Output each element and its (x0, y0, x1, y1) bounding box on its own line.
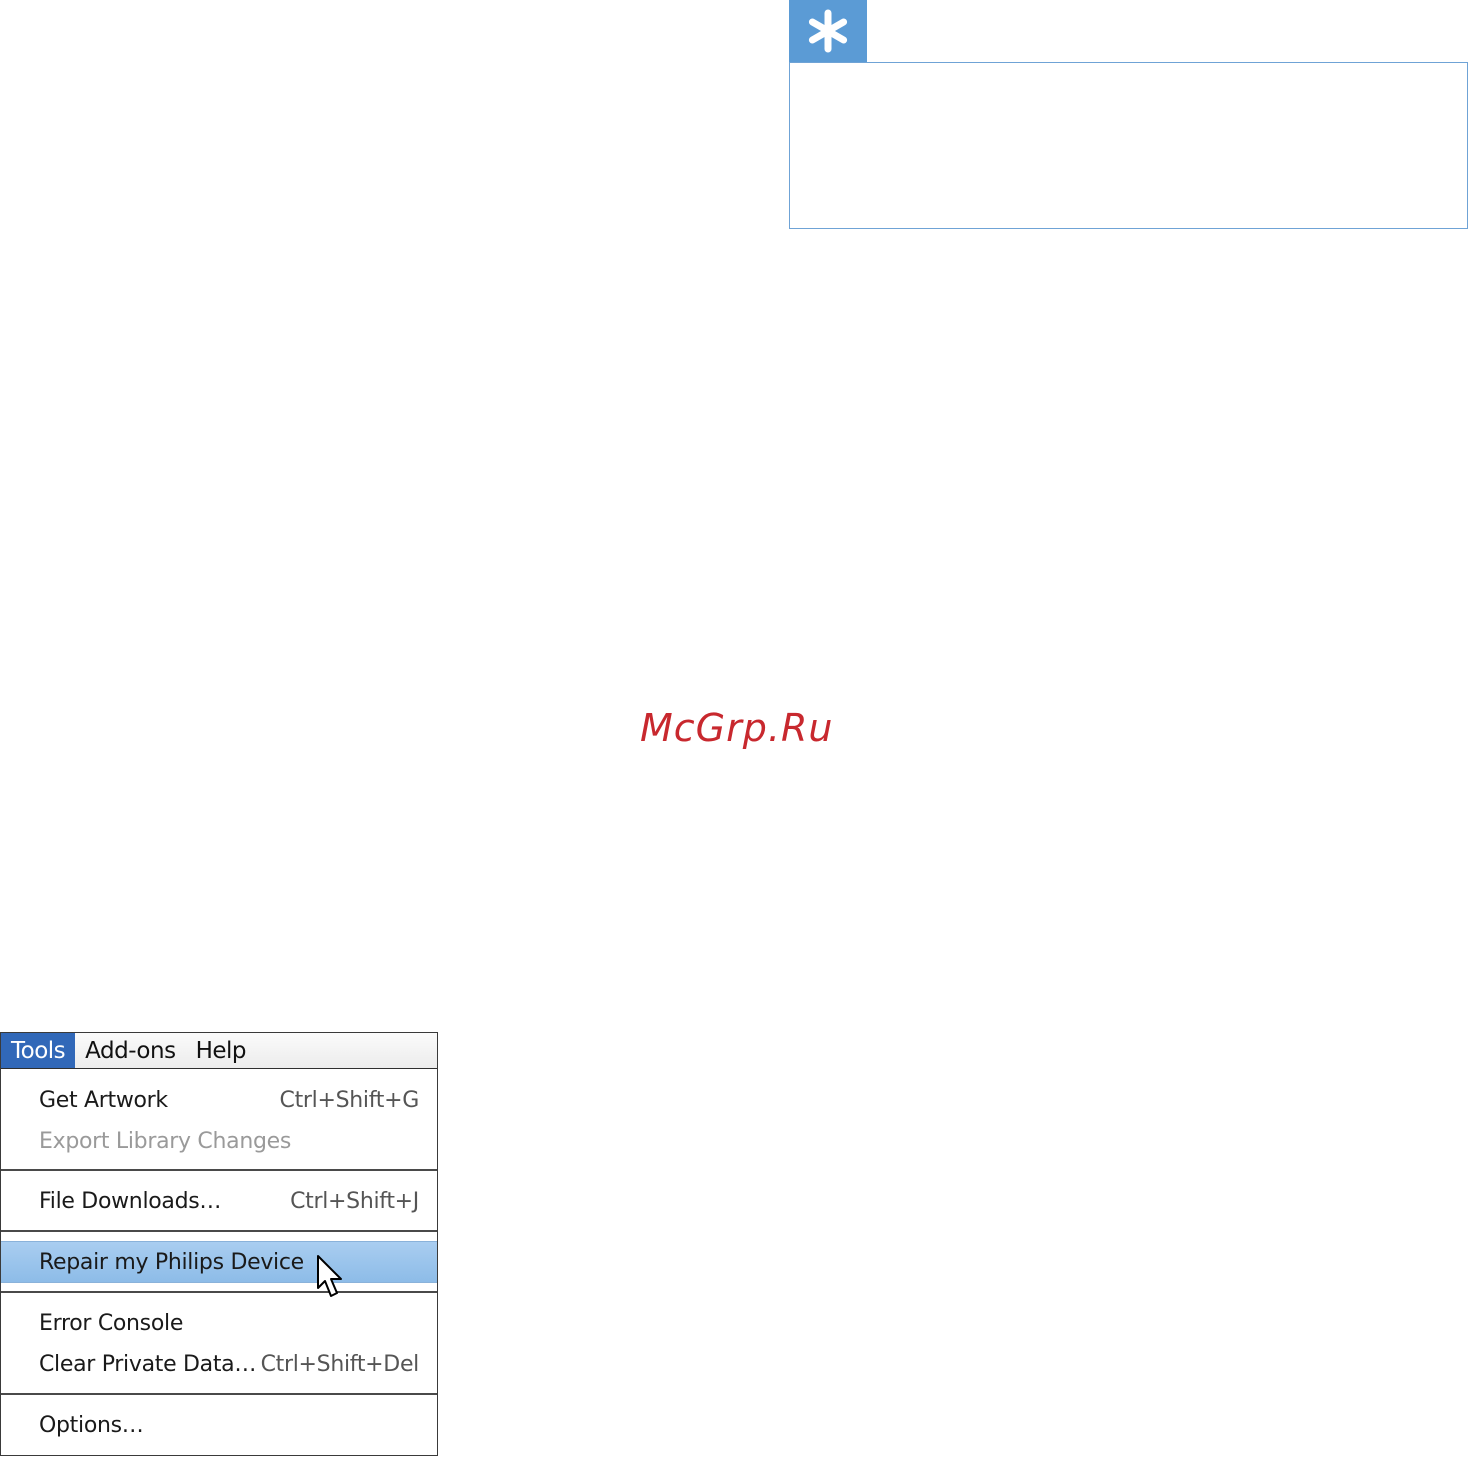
asterisk-icon (808, 9, 848, 53)
menu-item-label: Export Library Changes (39, 1128, 292, 1154)
menu-item-options[interactable]: Options… (1, 1405, 437, 1445)
tip-box (789, 62, 1468, 229)
tools-dropdown: Get Artwork Ctrl+Shift+G Export Library … (1, 1068, 437, 1455)
menu-item-label: Clear Private Data… (39, 1351, 257, 1377)
menu-item-label: Error Console (39, 1310, 184, 1336)
tip-badge (789, 0, 867, 62)
menu-item-label: Repair my Philips Device (39, 1249, 304, 1275)
menu-item-shortcut: Ctrl+Shift+Del (260, 1351, 420, 1377)
menu-item-shortcut: Ctrl+Shift+J (290, 1188, 419, 1214)
mouse-pointer-icon (317, 1255, 342, 1297)
menu-item-label: Options… (39, 1412, 144, 1438)
menu-separator (1, 1393, 437, 1395)
menu-separator (1, 1291, 437, 1293)
menu-item-repair-philips-device[interactable]: Repair my Philips Device (1, 1241, 437, 1283)
menu-item-file-downloads[interactable]: File Downloads… Ctrl+Shift+J (1, 1181, 437, 1221)
menu-item-shortcut: Ctrl+Shift+G (279, 1087, 420, 1113)
menu-help[interactable]: Help (186, 1033, 256, 1068)
menu-item-get-artwork[interactable]: Get Artwork Ctrl+Shift+G (1, 1080, 437, 1120)
menu-item-error-console[interactable]: Error Console (1, 1303, 437, 1343)
menu-item-label: Get Artwork (39, 1087, 168, 1113)
menu-item-label: File Downloads… (39, 1188, 222, 1214)
menu-add-ons[interactable]: Add-ons (75, 1033, 185, 1068)
menu-window: Tools Add-ons Help Get Artwork Ctrl+Shif… (0, 1032, 438, 1456)
menu-item-clear-private-data[interactable]: Clear Private Data… Ctrl+Shift+Del (1, 1344, 437, 1384)
watermark: McGrp.Ru (640, 706, 834, 750)
menu-tools[interactable]: Tools (1, 1033, 76, 1068)
menu-separator (1, 1169, 437, 1171)
menubar: Tools Add-ons Help (1, 1033, 437, 1069)
menu-item-export-library-changes: Export Library Changes (1, 1121, 437, 1161)
menu-separator (1, 1230, 437, 1232)
